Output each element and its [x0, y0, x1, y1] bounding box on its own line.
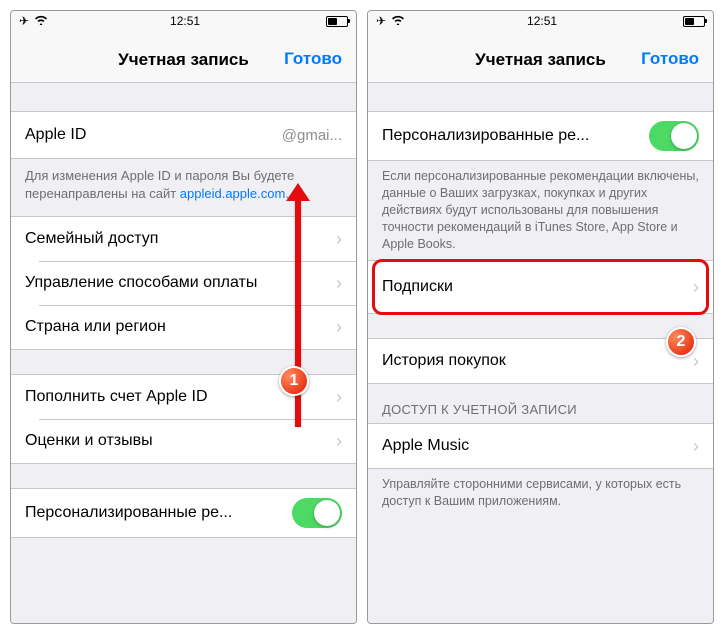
- apple-id-label: Apple ID: [25, 126, 86, 144]
- nav-bar: Учетная запись Готово: [11, 31, 356, 83]
- phone-right-screen: ✈ 12:51 Учетная запись Готово Персонализ…: [367, 10, 714, 624]
- nav-title: Учетная запись: [118, 50, 249, 70]
- personalized-description: Если персонализированные рекомендации вк…: [368, 161, 713, 260]
- country-region-row[interactable]: Страна или регион ›: [25, 305, 356, 349]
- apple-id-value: @gmai...: [96, 127, 342, 144]
- phone-left-screen: ✈ 12:51 Учетная запись Готово Apple ID @…: [10, 10, 357, 624]
- airplane-mode-icon: ✈: [376, 14, 386, 28]
- chevron-right-icon: ›: [336, 229, 342, 250]
- status-time: 12:51: [170, 14, 200, 28]
- chevron-right-icon: ›: [693, 277, 699, 298]
- family-sharing-row[interactable]: Семейный доступ ›: [11, 217, 356, 261]
- account-access-description: Управляйте сторонними сервисами, у котор…: [368, 469, 713, 518]
- nav-title: Учетная запись: [475, 50, 606, 70]
- status-time: 12:51: [527, 14, 557, 28]
- personalized-recommendations-row[interactable]: Персонализированные ре...: [368, 112, 713, 160]
- appleid-link[interactable]: appleid.apple.com: [180, 186, 286, 201]
- purchase-history-row[interactable]: История покупок ›: [368, 339, 713, 383]
- status-bar: ✈ 12:51: [368, 11, 713, 31]
- personalized-recommendations-row[interactable]: Персонализированные ре...: [11, 489, 356, 537]
- battery-icon: [679, 16, 705, 27]
- manage-payments-row[interactable]: Управление способами оплаты ›: [25, 261, 356, 305]
- chevron-right-icon: ›: [693, 436, 699, 457]
- status-bar: ✈ 12:51: [11, 11, 356, 31]
- apple-id-row[interactable]: Apple ID @gmai...: [11, 112, 356, 158]
- chevron-right-icon: ›: [336, 431, 342, 452]
- chevron-right-icon: ›: [693, 351, 699, 372]
- annotation-badge-1: 1: [279, 366, 309, 396]
- settings-content[interactable]: Apple ID @gmai... Для изменения Apple ID…: [11, 83, 356, 623]
- personalized-toggle[interactable]: [292, 498, 342, 528]
- done-button[interactable]: Готово: [284, 49, 342, 69]
- battery-icon: [322, 16, 348, 27]
- chevron-right-icon: ›: [336, 317, 342, 338]
- subscriptions-row[interactable]: Подписки ›: [368, 261, 713, 313]
- annotation-badge-2: 2: [666, 327, 696, 357]
- account-access-header: ДОСТУП К УЧЕТНОЙ ЗАПИСИ: [368, 384, 713, 423]
- wifi-icon: [391, 14, 405, 28]
- personalized-toggle[interactable]: [649, 121, 699, 151]
- ratings-reviews-row[interactable]: Оценки и отзывы ›: [25, 419, 356, 463]
- chevron-right-icon: ›: [336, 387, 342, 408]
- apple-music-row[interactable]: Apple Music ›: [368, 424, 713, 468]
- wifi-icon: [34, 14, 48, 28]
- done-button[interactable]: Готово: [641, 49, 699, 69]
- settings-content[interactable]: Персонализированные ре... Если персонали…: [368, 83, 713, 623]
- chevron-right-icon: ›: [336, 273, 342, 294]
- nav-bar: Учетная запись Готово: [368, 31, 713, 83]
- airplane-mode-icon: ✈: [19, 14, 29, 28]
